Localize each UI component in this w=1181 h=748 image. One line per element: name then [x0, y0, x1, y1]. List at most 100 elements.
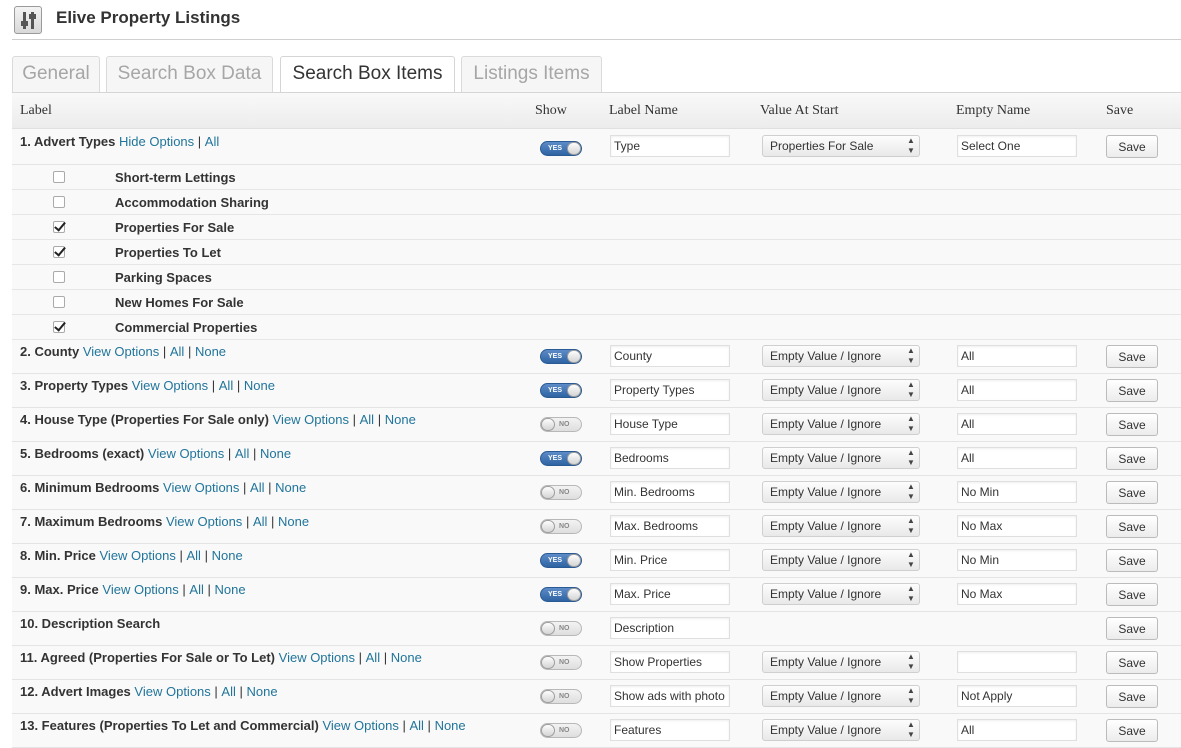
show-toggle[interactable]: YES — [540, 587, 582, 602]
label-name-input[interactable] — [610, 135, 730, 157]
save-button[interactable]: Save — [1106, 447, 1158, 470]
none-link[interactable]: None — [385, 412, 416, 427]
value-at-start-select[interactable]: Empty Value / Ignore ▲ ▼ — [762, 685, 920, 707]
view-options-link[interactable]: View Options — [163, 480, 239, 495]
tab-listings-items[interactable]: Listings Items — [461, 56, 602, 92]
all-link[interactable]: All — [205, 134, 219, 149]
all-link[interactable]: All — [219, 378, 233, 393]
tab-search-box-items[interactable]: Search Box Items — [280, 56, 455, 93]
label-name-input[interactable] — [610, 345, 730, 367]
empty-name-input[interactable] — [957, 549, 1077, 571]
all-link[interactable]: All — [221, 684, 235, 699]
option-checkbox[interactable] — [53, 221, 65, 233]
empty-name-input[interactable] — [957, 135, 1077, 157]
view-options-link[interactable]: View Options — [134, 684, 210, 699]
none-link[interactable]: None — [435, 718, 466, 733]
show-toggle[interactable]: NO — [540, 723, 582, 738]
all-link[interactable]: All — [170, 344, 184, 359]
value-at-start-select[interactable]: Empty Value / Ignore ▲ ▼ — [762, 515, 920, 537]
all-link[interactable]: All — [409, 718, 423, 733]
save-button[interactable]: Save — [1106, 481, 1158, 504]
show-toggle[interactable]: YES — [540, 383, 582, 398]
view-options-link[interactable]: View Options — [83, 344, 159, 359]
show-toggle[interactable]: NO — [540, 655, 582, 670]
label-name-input[interactable] — [610, 651, 730, 673]
label-name-input[interactable] — [610, 549, 730, 571]
label-name-input[interactable] — [610, 617, 730, 639]
save-button[interactable]: Save — [1106, 685, 1158, 708]
value-at-start-select[interactable]: Empty Value / Ignore ▲ ▼ — [762, 345, 920, 367]
label-name-input[interactable] — [610, 685, 730, 707]
save-button[interactable]: Save — [1106, 583, 1158, 606]
value-at-start-select[interactable]: Empty Value / Ignore ▲ ▼ — [762, 379, 920, 401]
all-link[interactable]: All — [366, 650, 380, 665]
label-name-input[interactable] — [610, 719, 730, 741]
empty-name-input[interactable] — [957, 685, 1077, 707]
option-checkbox[interactable] — [53, 246, 65, 258]
save-button[interactable]: Save — [1106, 379, 1158, 402]
all-link[interactable]: All — [235, 446, 249, 461]
value-at-start-select[interactable]: Empty Value / Ignore ▲ ▼ — [762, 447, 920, 469]
save-button[interactable]: Save — [1106, 135, 1158, 158]
option-checkbox[interactable] — [53, 171, 65, 183]
show-toggle[interactable]: NO — [540, 689, 582, 704]
view-options-link[interactable]: View Options — [102, 582, 178, 597]
save-button[interactable]: Save — [1106, 413, 1158, 436]
empty-name-input[interactable] — [957, 515, 1077, 537]
all-link[interactable]: All — [250, 480, 264, 495]
none-link[interactable]: None — [212, 548, 243, 563]
value-at-start-select[interactable]: Empty Value / Ignore ▲ ▼ — [762, 549, 920, 571]
show-toggle[interactable]: YES — [540, 349, 582, 364]
save-button[interactable]: Save — [1106, 549, 1158, 572]
empty-name-input[interactable] — [957, 345, 1077, 367]
value-at-start-select[interactable]: Empty Value / Ignore ▲ ▼ — [762, 719, 920, 741]
none-link[interactable]: None — [260, 446, 291, 461]
none-link[interactable]: None — [391, 650, 422, 665]
save-button[interactable]: Save — [1106, 651, 1158, 674]
value-at-start-select[interactable]: Empty Value / Ignore ▲ ▼ — [762, 583, 920, 605]
option-checkbox[interactable] — [53, 321, 65, 333]
tab-general[interactable]: General — [12, 56, 100, 92]
save-button[interactable]: Save — [1106, 515, 1158, 538]
label-name-input[interactable] — [610, 447, 730, 469]
save-button[interactable]: Save — [1106, 345, 1158, 368]
view-options-link[interactable]: View Options — [322, 718, 398, 733]
none-link[interactable]: None — [275, 480, 306, 495]
empty-name-input[interactable] — [957, 583, 1077, 605]
save-button[interactable]: Save — [1106, 617, 1158, 640]
show-toggle[interactable]: NO — [540, 621, 582, 636]
value-at-start-select[interactable]: Empty Value / Ignore ▲ ▼ — [762, 481, 920, 503]
empty-name-input[interactable] — [957, 379, 1077, 401]
empty-name-input[interactable] — [957, 447, 1077, 469]
view-options-link[interactable]: View Options — [132, 378, 208, 393]
label-name-input[interactable] — [610, 481, 730, 503]
value-at-start-select[interactable]: Properties For Sale ▲ ▼ — [762, 135, 920, 157]
all-link[interactable]: All — [253, 514, 267, 529]
show-toggle[interactable]: YES — [540, 141, 582, 156]
none-link[interactable]: None — [247, 684, 278, 699]
show-toggle[interactable]: NO — [540, 417, 582, 432]
show-toggle[interactable]: YES — [540, 553, 582, 568]
view-options-link[interactable]: View Options — [279, 650, 355, 665]
view-options-link[interactable]: View Options — [100, 548, 176, 563]
option-checkbox[interactable] — [53, 196, 65, 208]
show-toggle[interactable]: NO — [540, 485, 582, 500]
view-options-link[interactable]: View Options — [148, 446, 224, 461]
show-toggle[interactable]: YES — [540, 451, 582, 466]
none-link[interactable]: None — [195, 344, 226, 359]
save-button[interactable]: Save — [1106, 719, 1158, 742]
empty-name-input[interactable] — [957, 651, 1077, 673]
none-link[interactable]: None — [215, 582, 246, 597]
empty-name-input[interactable] — [957, 481, 1077, 503]
none-link[interactable]: None — [244, 378, 275, 393]
all-link[interactable]: All — [360, 412, 374, 427]
hide-options-link[interactable]: Hide Options — [119, 134, 194, 149]
tab-search-box-data[interactable]: Search Box Data — [106, 56, 273, 92]
view-options-link[interactable]: View Options — [273, 412, 349, 427]
value-at-start-select[interactable]: Empty Value / Ignore ▲ ▼ — [762, 651, 920, 673]
option-checkbox[interactable] — [53, 296, 65, 308]
view-options-link[interactable]: View Options — [166, 514, 242, 529]
label-name-input[interactable] — [610, 583, 730, 605]
show-toggle[interactable]: NO — [540, 519, 582, 534]
option-checkbox[interactable] — [53, 271, 65, 283]
